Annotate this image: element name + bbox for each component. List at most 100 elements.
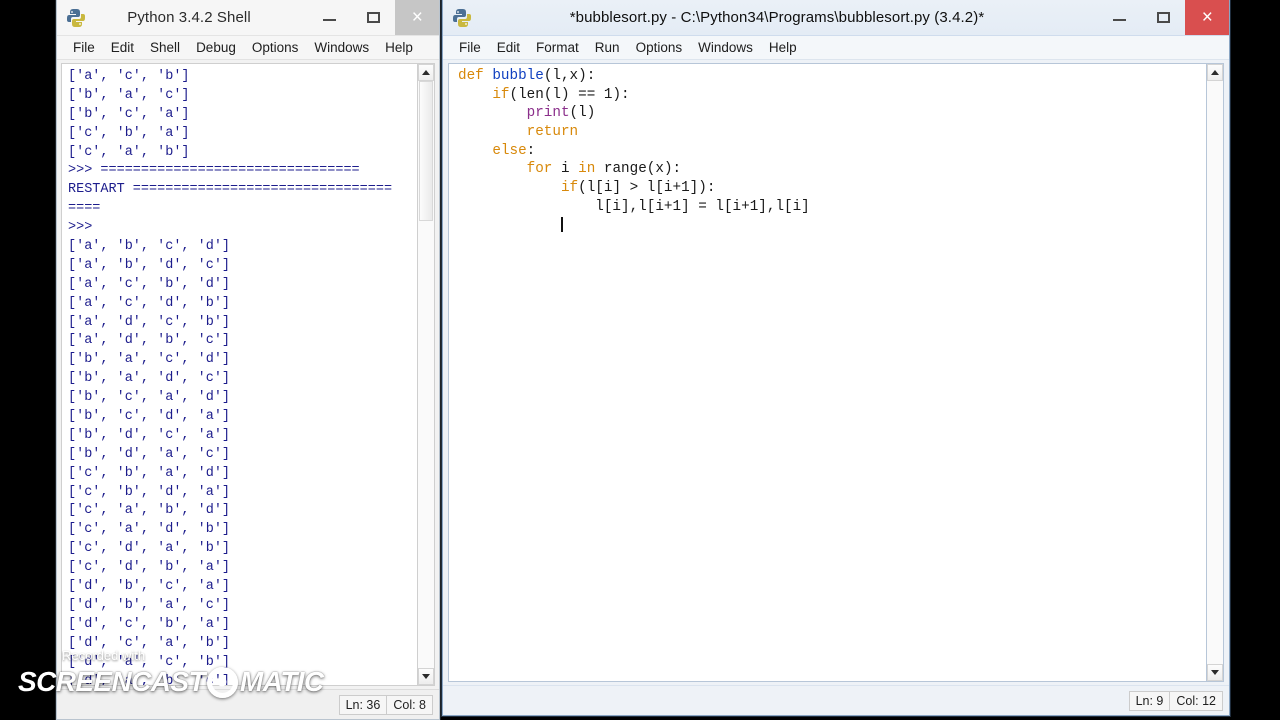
code-token: for	[526, 161, 553, 178]
editor-text-pane[interactable]: def bubble(l,x): if(len(l) == 1): print(…	[448, 63, 1206, 682]
shell-output-line: >>> ================================	[68, 163, 360, 179]
shell-vertical-scrollbar[interactable]	[417, 63, 435, 686]
editor-code-line: def bubble(l,x):	[458, 67, 1200, 86]
shell-menubar[interactable]: File Edit Shell Debug Options Windows He…	[57, 36, 439, 60]
shell-output-line: ['d', 'a', 'c', 'b']	[68, 654, 231, 670]
shell-column-indicator: Col: 8	[386, 694, 433, 715]
menu-item-file[interactable]: File	[65, 39, 103, 56]
scroll-down-button[interactable]	[1207, 664, 1223, 681]
scroll-thumb[interactable]	[419, 81, 433, 221]
shell-output-line: ['c', 'b', 'a']	[68, 125, 190, 141]
scroll-track[interactable]	[418, 81, 434, 668]
editor-window-title: *bubblesort.py - C:\Python34\Programs\bu…	[569, 9, 985, 26]
menu-item-shell[interactable]: Shell	[142, 39, 188, 56]
shell-output-line: ['a', 'd', 'c', 'b']	[68, 314, 231, 330]
maximize-button[interactable]	[1141, 0, 1185, 35]
editor-statusbar: Ln: 9 Col: 12	[443, 685, 1229, 715]
shell-line-indicator: Ln: 36	[338, 694, 388, 715]
scroll-up-button[interactable]	[1207, 64, 1223, 81]
menu-item-edit[interactable]: Edit	[103, 39, 142, 56]
shell-output-line: ['c', 'a', 'b']	[68, 144, 190, 160]
shell-output-line: ['d', 'c', 'b', 'a']	[68, 616, 231, 632]
chevron-down-icon	[1211, 670, 1219, 675]
shell-output-line: ['c', 'b', 'd', 'a']	[68, 484, 231, 500]
minimize-button[interactable]	[307, 0, 351, 35]
scroll-down-button[interactable]	[418, 668, 434, 685]
menu-item-help[interactable]: Help	[761, 39, 805, 56]
code-token: (l,x):	[543, 68, 596, 84]
shell-output-line: ['a', 'c', 'b', 'd']	[68, 276, 231, 292]
text-caret	[560, 216, 563, 232]
editor-code-area[interactable]: def bubble(l,x): if(len(l) == 1): print(…	[443, 60, 1229, 685]
shell-output-line: ['c', 'a', 'b', 'd']	[68, 503, 231, 519]
menu-item-file[interactable]: File	[451, 39, 489, 56]
shell-output-line: ['a', 'b', 'd', 'c']	[68, 257, 231, 273]
scroll-track[interactable]	[1207, 81, 1223, 664]
maximize-button[interactable]	[351, 0, 395, 35]
shell-output-line: ['a', 'c', 'd', 'b']	[68, 295, 231, 311]
shell-output-line: ['c', 'a', 'd', 'b']	[68, 522, 231, 538]
editor-code-line	[458, 216, 1200, 236]
code-token: def	[458, 68, 493, 84]
editor-code-line: for i in range(x):	[458, 160, 1200, 179]
editor-menubar[interactable]: File Edit Format Run Options Windows Hel…	[443, 36, 1229, 60]
code-token: return	[526, 124, 579, 141]
menu-item-edit[interactable]: Edit	[489, 39, 528, 56]
editor-code-line: if(l[i] > l[i+1]):	[458, 179, 1200, 198]
python-shell-window[interactable]: Python 3.4.2 Shell × File Edit Shell Deb…	[56, 0, 440, 720]
shell-titlebar[interactable]: Python 3.4.2 Shell ×	[57, 0, 439, 36]
menu-item-debug[interactable]: Debug	[188, 39, 244, 56]
shell-output-line: ['d', 'b', 'a', 'c']	[68, 597, 231, 613]
shell-text-pane[interactable]: ['a', 'c', 'b'] ['b', 'a', 'c'] ['b', 'c',…	[61, 63, 417, 686]
code-token: print	[526, 105, 570, 122]
close-button[interactable]: ×	[395, 0, 439, 35]
close-icon: ×	[1201, 7, 1213, 28]
menu-item-windows[interactable]: Windows	[306, 39, 377, 56]
editor-column-indicator: Col: 12	[1169, 690, 1223, 711]
close-button[interactable]: ×	[1185, 0, 1229, 35]
python-editor-window[interactable]: *bubblesort.py - C:\Python34\Programs\bu…	[442, 0, 1230, 716]
code-token: in	[578, 161, 596, 178]
menu-item-format[interactable]: Format	[528, 39, 587, 56]
shell-output-line: ['b', 'c', 'a', 'd']	[68, 390, 231, 406]
shell-output-line: ['b', 'a', 'c', 'd']	[68, 352, 231, 368]
code-token: (l[i] > l[i+1]):	[578, 180, 716, 197]
menu-item-options[interactable]: Options	[628, 39, 691, 56]
editor-source-code: def bubble(l,x): if(len(l) == 1): print(…	[449, 64, 1206, 239]
menu-item-run[interactable]: Run	[587, 39, 628, 56]
editor-code-line: return	[458, 123, 1200, 142]
code-token: bubble	[492, 68, 544, 84]
shell-output-line: ['c', 'd', 'b', 'a']	[68, 560, 231, 576]
shell-output-line: >>>	[68, 220, 93, 236]
shell-output-line: ['d', 'c', 'a', 'b']	[68, 635, 231, 651]
shell-output-line: RESTART ================================	[68, 182, 393, 198]
python-idle-icon	[451, 7, 473, 29]
shell-output-line: ['b', 'c', 'd', 'a']	[68, 409, 231, 425]
close-icon: ×	[411, 7, 423, 28]
menu-item-windows[interactable]: Windows	[690, 39, 761, 56]
editor-code-line: print(l)	[458, 104, 1200, 123]
minimize-button[interactable]	[1097, 0, 1141, 35]
shell-output-line: ['b', 'a', 'c']	[68, 87, 190, 103]
shell-output-line: ====	[68, 201, 101, 217]
shell-window-controls: ×	[307, 0, 439, 35]
shell-output-area[interactable]: ['a', 'c', 'b'] ['b', 'a', 'c'] ['b', 'c',…	[57, 60, 439, 689]
shell-output-line: ['b', 'a', 'd', 'c']	[68, 371, 231, 387]
python-idle-icon	[65, 7, 87, 29]
shell-output-line: ['c', 'd', 'a', 'b']	[68, 541, 231, 557]
code-token: (l)	[569, 105, 596, 122]
menu-item-options[interactable]: Options	[244, 39, 307, 56]
screen: Python 3.4.2 Shell × File Edit Shell Deb…	[0, 0, 1280, 720]
code-token: (len(l) == 1):	[509, 86, 630, 103]
editor-code-line: else:	[458, 142, 1200, 161]
scroll-up-button[interactable]	[418, 64, 434, 81]
editor-line-indicator: Ln: 9	[1128, 690, 1171, 711]
menu-item-help[interactable]: Help	[377, 39, 421, 56]
code-token: i	[552, 161, 579, 178]
editor-titlebar[interactable]: *bubblesort.py - C:\Python34\Programs\bu…	[443, 0, 1229, 36]
editor-vertical-scrollbar[interactable]	[1206, 63, 1224, 682]
chevron-up-icon	[422, 70, 430, 75]
